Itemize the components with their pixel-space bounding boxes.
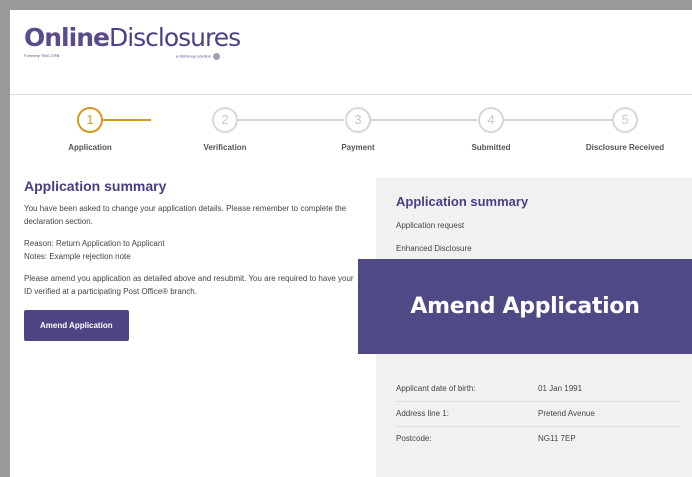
row-key: Applicant date of birth: [396, 384, 476, 393]
intro-text: You have been asked to change your appli… [24, 204, 347, 226]
step-connector-1 [103, 119, 151, 121]
step-4-circle: 4 [478, 107, 504, 133]
gbgroup-icon [213, 53, 220, 60]
amend-application-callout[interactable]: Amend Application [358, 259, 692, 354]
step-connector-2 [238, 119, 344, 121]
row-value: NG11 7EP [538, 434, 576, 443]
detail-row: Postcode: NG11 7EP [396, 427, 680, 452]
row-key: Address line 1: [396, 409, 449, 418]
header-divider [10, 94, 692, 95]
disclosure-type: Enhanced Disclosure [396, 244, 472, 253]
logo-online: Online [24, 23, 110, 52]
online-disclosures-logo[interactable]: OnlineDisclosures Formerly TMG CRB a GBGr… [24, 23, 241, 60]
logo-tagline-left: Formerly TMG CRB [24, 53, 60, 58]
panel-title: Application summary [396, 194, 529, 209]
amend-application-button[interactable]: Amend Application [24, 310, 129, 341]
step-connector-3 [371, 119, 477, 121]
application-request-label: Application request [396, 221, 465, 230]
reason-notes: Reason: Return Application to Applicant N… [24, 237, 354, 263]
reason-text: Reason: Return Application to Applicant [24, 239, 165, 248]
step-4-label: Submitted [471, 143, 511, 152]
logo-tagline-right: a GBGroup solution [175, 53, 211, 59]
instructions-text: Please amend you application as detailed… [24, 274, 354, 296]
application-summary-section: Application summary You have been asked … [24, 178, 354, 341]
progress-steps: 1 2 3 4 5 Application Verification Payme… [10, 105, 692, 155]
step-5-circle: 5 [612, 107, 638, 133]
step-2-label: Verification [203, 143, 247, 152]
step-3-circle: 3 [345, 107, 371, 133]
step-1-label: Application [68, 143, 112, 152]
step-3-label: Payment [341, 143, 375, 152]
notes-text: Notes: Example rejection note [24, 252, 131, 261]
callout-label: Amend Application [410, 294, 640, 319]
step-1-circle: 1 [77, 107, 103, 133]
row-key: Postcode: [396, 434, 432, 443]
section-title: Application summary [24, 178, 167, 194]
detail-row: Applicant date of birth: 01 Jan 1991 [396, 377, 680, 402]
step-2-circle: 2 [212, 107, 238, 133]
logo-disclosures: Disclosures [108, 23, 241, 52]
page-frame: OnlineDisclosures Formerly TMG CRB a GBGr… [10, 10, 692, 477]
step-5-label: Disclosure Received [585, 143, 665, 152]
row-value: 01 Jan 1991 [538, 384, 583, 393]
detail-row: Address line 1: Pretend Avenue [396, 402, 680, 427]
step-connector-4 [504, 119, 612, 121]
row-value: Pretend Avenue [538, 409, 595, 418]
